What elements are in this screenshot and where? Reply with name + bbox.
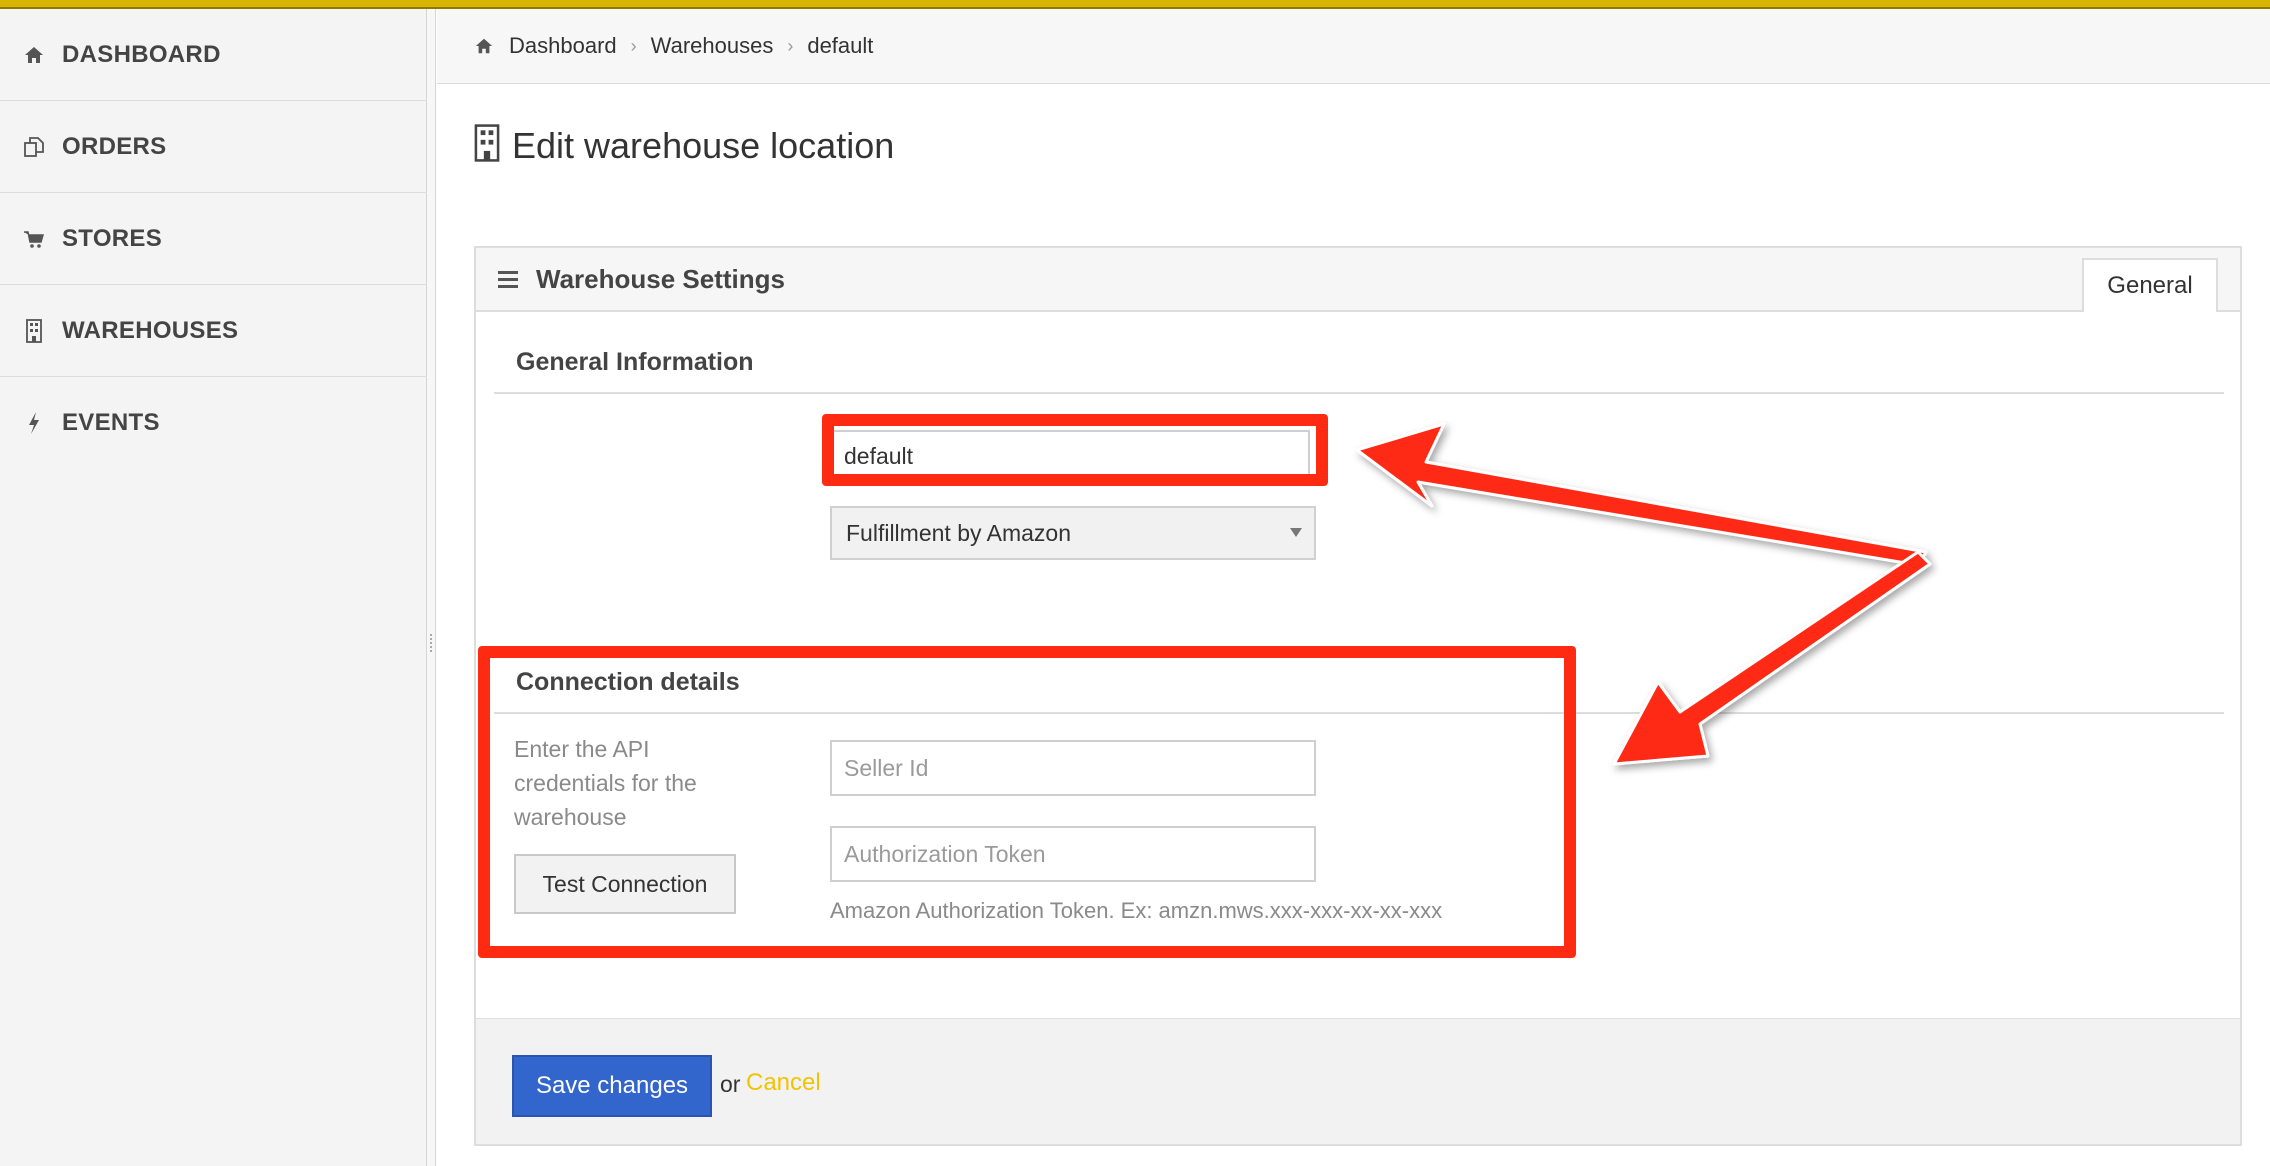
annotation-arrow-icon: [1355, 422, 1932, 766]
